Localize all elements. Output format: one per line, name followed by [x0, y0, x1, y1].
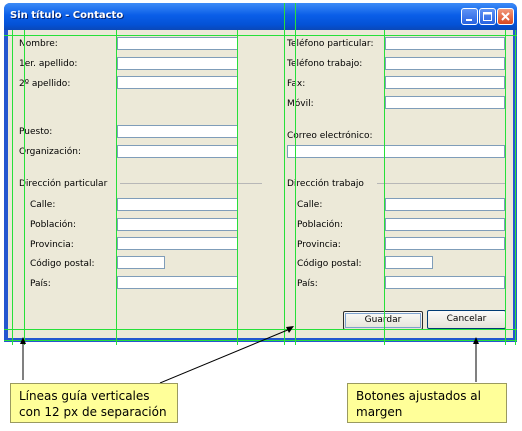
buttons-callout: Botones ajustados al margen: [347, 383, 507, 423]
guides-callout: Líneas guía verticales con 12 px de sepa…: [10, 383, 178, 423]
arrow-overlay: [20, 326, 479, 384]
